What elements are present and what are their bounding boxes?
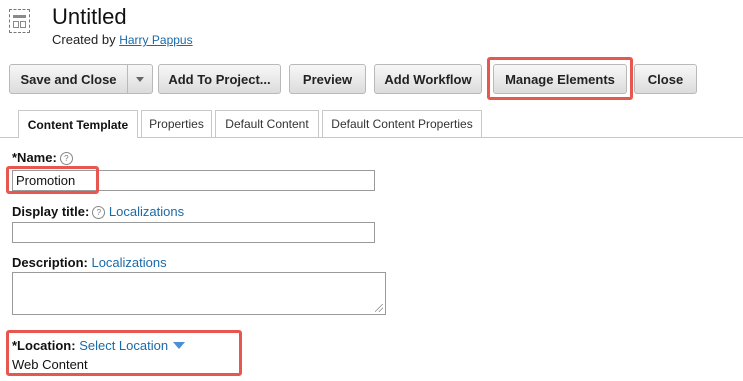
tab-default-content[interactable]: Default Content xyxy=(215,110,319,137)
description-label: Description: Localizations xyxy=(12,255,167,270)
page-title: Untitled xyxy=(52,4,127,29)
add-to-project-button[interactable]: Add To Project... xyxy=(158,64,281,94)
name-label: *Name:? xyxy=(12,150,73,165)
save-and-close-button[interactable]: Save and Close xyxy=(9,64,128,94)
help-icon[interactable]: ? xyxy=(59,152,73,165)
help-icon[interactable]: ? xyxy=(92,206,106,219)
description-label-text: Description: xyxy=(12,255,88,270)
content-template-icon xyxy=(9,9,30,33)
display-title-localizations-link[interactable]: Localizations xyxy=(109,204,184,219)
tab-properties[interactable]: Properties xyxy=(141,110,212,137)
name-label-text: *Name: xyxy=(12,150,57,165)
save-options-dropdown[interactable] xyxy=(128,64,153,94)
created-by-prefix: Created by xyxy=(52,32,116,47)
manage-elements-button[interactable]: Manage Elements xyxy=(493,64,627,94)
display-title-label: Display title:? Localizations xyxy=(12,204,184,219)
name-field[interactable]: Promotion xyxy=(12,170,375,191)
select-location-text: Select Location xyxy=(79,338,169,353)
chevron-down-icon xyxy=(136,76,144,82)
preview-button[interactable]: Preview xyxy=(289,64,366,94)
tab-content-template[interactable]: Content Template xyxy=(18,110,138,138)
description-localizations-link[interactable]: Localizations xyxy=(91,255,166,270)
location-value: Web Content xyxy=(12,357,88,372)
location-label: *Location: Select Location xyxy=(12,338,186,353)
resize-grip-icon[interactable] xyxy=(375,304,383,312)
select-location-link[interactable]: Select Location xyxy=(79,338,186,353)
close-button[interactable]: Close xyxy=(634,64,697,94)
author-link[interactable]: Harry Pappus xyxy=(119,33,192,47)
location-label-text: *Location: xyxy=(12,338,76,353)
display-title-field[interactable] xyxy=(12,222,375,243)
tab-default-content-properties[interactable]: Default Content Properties xyxy=(322,110,482,137)
display-title-label-text: Display title: xyxy=(12,204,90,219)
description-textarea[interactable] xyxy=(12,272,386,315)
add-workflow-button[interactable]: Add Workflow xyxy=(374,64,482,94)
created-by-line: Created by Harry Pappus xyxy=(52,32,193,47)
chevron-down-icon xyxy=(173,342,186,349)
